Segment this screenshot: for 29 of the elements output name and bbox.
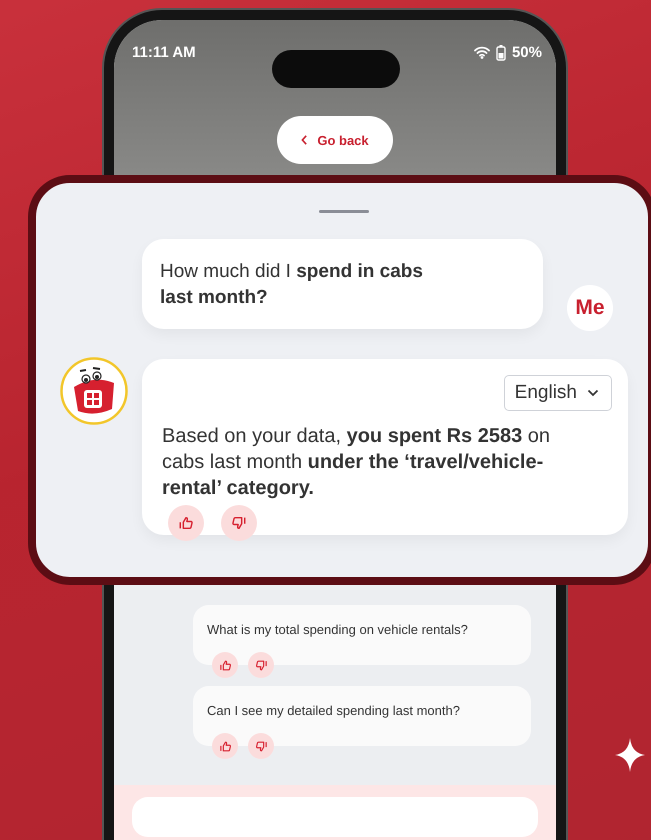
- language-dropdown[interactable]: English: [504, 375, 612, 411]
- thumbs-up-button[interactable]: [168, 505, 204, 541]
- thumbs-up-button[interactable]: [212, 652, 238, 678]
- input-field[interactable]: [132, 797, 538, 837]
- thumbs-down-button[interactable]: [221, 505, 257, 541]
- suggested-question[interactable]: What is my total spending on vehicle rentals?: [193, 605, 531, 665]
- sparkle-icon: [615, 738, 645, 772]
- drag-handle[interactable]: [319, 210, 369, 213]
- chevron-down-icon: [587, 389, 599, 397]
- bot-message: Based on your data, you spent Rs 2583 on cabs last month under the ‘travel/vehicle-rental’ category.: [162, 424, 552, 501]
- thumbs-down-icon: [254, 740, 268, 752]
- thumbs-down-icon: [231, 515, 247, 531]
- thumbs-up-button[interactable]: [212, 733, 238, 759]
- mascot-avatar-icon: [60, 357, 128, 425]
- thumbs-up-icon: [178, 515, 194, 531]
- user-message: How much did I spend in cabs last month?: [160, 260, 424, 310]
- thumbs-down-icon: [254, 658, 268, 672]
- battery-icon: [496, 44, 506, 60]
- chevron-left-icon: [301, 135, 308, 145]
- suggested-question[interactable]: Can I see my detailed spending last month?: [193, 686, 531, 746]
- user-avatar: Me: [567, 285, 613, 331]
- go-back-button[interactable]: Go back: [277, 116, 393, 164]
- thumbs-up-icon: [218, 658, 232, 672]
- thumbs-down-button[interactable]: [248, 652, 274, 678]
- status-time: 11:11 AM: [132, 44, 196, 61]
- thumbs-down-button[interactable]: [248, 733, 274, 759]
- wifi-icon: [474, 46, 490, 59]
- thumbs-up-icon: [218, 740, 232, 752]
- battery-percent: 50%: [512, 44, 542, 61]
